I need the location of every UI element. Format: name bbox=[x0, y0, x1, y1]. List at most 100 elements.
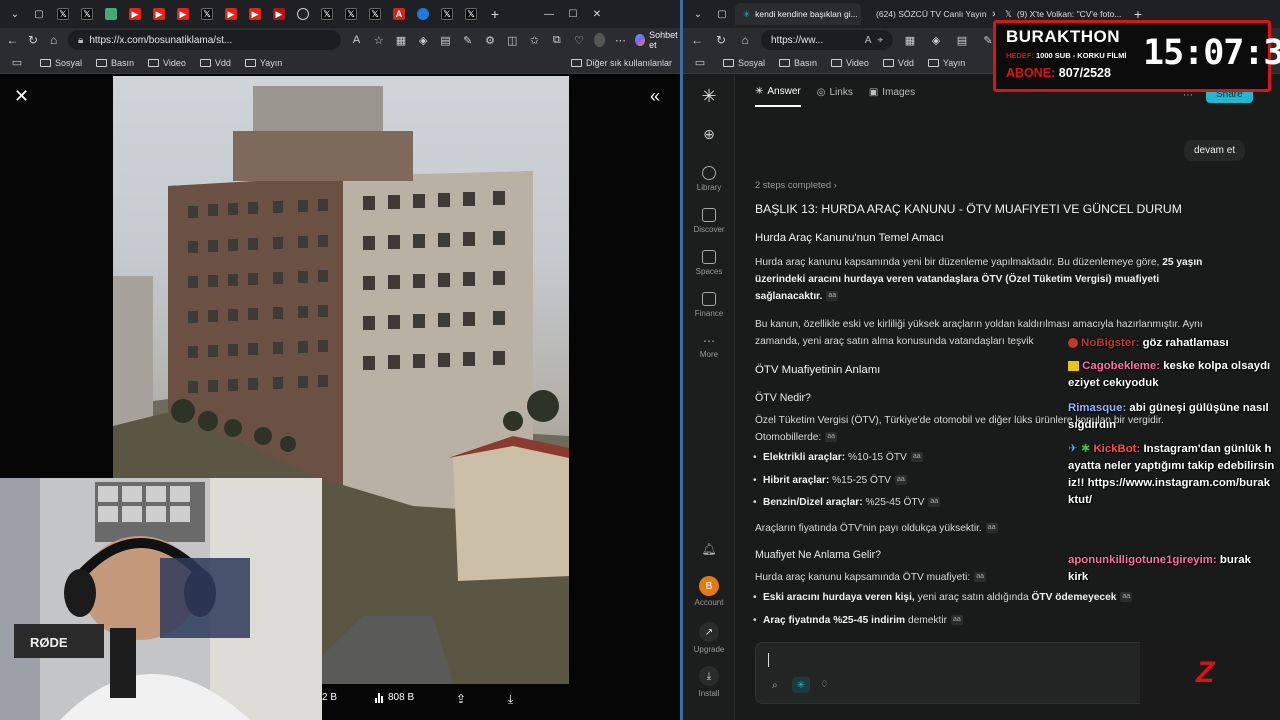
extension-icon[interactable]: ▦ bbox=[394, 31, 408, 49]
favorites-icon[interactable]: ✩ bbox=[527, 31, 541, 49]
extension-icon[interactable]: ✎ bbox=[461, 31, 475, 49]
sidebar-item-spaces[interactable]: Spaces bbox=[683, 250, 735, 276]
collapse-panel-icon[interactable]: « bbox=[650, 86, 660, 107]
sidebar-item-discover[interactable]: Discover bbox=[683, 208, 735, 234]
sidebar-item-finance[interactable]: Finance bbox=[683, 292, 735, 318]
favorite-star-icon[interactable]: ☆ bbox=[372, 31, 386, 49]
sidebar-item-account[interactable]: B Account bbox=[683, 576, 735, 607]
read-aloud-icon[interactable]: A bbox=[865, 35, 872, 46]
tab-x-4[interactable]: 𝕏 bbox=[316, 4, 338, 24]
tab-yt-2[interactable]: ▶ bbox=[148, 4, 170, 24]
tab-list-icon[interactable]: ⌄ bbox=[687, 4, 709, 24]
bookmark-folder[interactable]: Vdd bbox=[882, 58, 914, 68]
read-aloud-icon[interactable]: A bbox=[349, 31, 363, 49]
tab-x-8[interactable]: 𝕏 bbox=[460, 4, 482, 24]
views-stat[interactable]: 808 B bbox=[375, 692, 414, 703]
tab-x-5[interactable]: 𝕏 bbox=[340, 4, 362, 24]
tab-links[interactable]: ◎ Links bbox=[817, 86, 853, 107]
tab-edge[interactable] bbox=[412, 4, 434, 24]
source-chip[interactable]: aa bbox=[951, 615, 963, 626]
sidebar-item-upgrade[interactable]: ↗ Upgrade bbox=[683, 622, 735, 654]
copilot-button[interactable]: Sohbet et bbox=[635, 30, 680, 50]
source-chip[interactable]: aa bbox=[974, 572, 986, 583]
bookmark-folder[interactable]: Basın bbox=[779, 58, 817, 68]
bookmark-folder[interactable]: Video bbox=[148, 58, 186, 68]
back-icon[interactable]: ← bbox=[6, 32, 19, 48]
steps-completed[interactable]: 2 steps completed › bbox=[755, 176, 1255, 193]
extension-icon[interactable]: ◈ bbox=[416, 31, 430, 49]
tab-yt-1[interactable]: ▶ bbox=[124, 4, 146, 24]
perplexity-logo-icon[interactable]: ✳ bbox=[683, 86, 735, 107]
tab-perplexity[interactable]: ✳ kendi kendine başıklan gi... ✕ bbox=[735, 3, 861, 25]
bookmarks-toggle-icon[interactable]: ▭ bbox=[691, 54, 709, 72]
tab-list-icon[interactable]: ⌄ bbox=[4, 4, 26, 24]
notifications-icon[interactable]: 🔔︎ bbox=[683, 542, 735, 556]
close-tab-icon[interactable]: ✕ bbox=[992, 9, 995, 20]
collections-icon[interactable]: ⧉ bbox=[550, 31, 564, 49]
close-media-icon[interactable]: ✕ bbox=[14, 86, 29, 107]
new-tab-button[interactable]: + bbox=[484, 4, 506, 24]
reload-icon[interactable]: ↻ bbox=[713, 32, 729, 48]
tab-x-1[interactable]: 𝕏 bbox=[52, 4, 74, 24]
tab-x-2[interactable]: 𝕏 bbox=[76, 4, 98, 24]
sidebar-item-more[interactable]: ⋯ More bbox=[683, 334, 735, 359]
tab-images[interactable]: ▣ Images bbox=[869, 86, 915, 107]
source-chip[interactable]: aa bbox=[826, 291, 839, 302]
share-icon[interactable]: ⇪ bbox=[456, 692, 466, 706]
sidebar-item-library[interactable]: Library bbox=[683, 166, 735, 192]
new-thread-button[interactable]: ⊕ bbox=[683, 126, 735, 143]
research-mode-icon[interactable]: ✳ bbox=[792, 677, 810, 693]
bookmark-folder[interactable]: Sosyal bbox=[723, 58, 765, 68]
tab-web[interactable] bbox=[292, 4, 314, 24]
tab-yt-3[interactable]: ▶ bbox=[172, 4, 194, 24]
tab-a[interactable]: A bbox=[388, 4, 410, 24]
extension-icon[interactable]: ▤ bbox=[953, 31, 971, 49]
tab-yt-6[interactable]: ▶ bbox=[268, 4, 290, 24]
split-screen-icon[interactable]: ◫ bbox=[505, 31, 519, 49]
address-bar[interactable]: https://ww... A ⌖ bbox=[761, 30, 893, 50]
source-chip[interactable]: aa bbox=[1120, 592, 1133, 603]
bookmark-folder[interactable]: Video bbox=[831, 58, 869, 68]
tab-yt-5[interactable]: ▶ bbox=[244, 4, 266, 24]
source-chip[interactable]: aa bbox=[825, 432, 838, 443]
location-icon[interactable]: ⌖ bbox=[877, 35, 883, 46]
retweets-stat[interactable]: 2 B bbox=[322, 692, 337, 703]
bookmark-folder[interactable]: Yayın bbox=[927, 58, 965, 68]
bookmark-folder[interactable]: Vdd bbox=[199, 58, 231, 68]
extension-icon[interactable]: ⚙ bbox=[483, 31, 497, 49]
maximize-icon[interactable]: ☐ bbox=[562, 4, 584, 24]
sidebar-item-install[interactable]: ⤓ Install bbox=[683, 666, 735, 698]
extension-icon[interactable]: ▦ bbox=[901, 31, 919, 49]
extension-icon[interactable]: ◈ bbox=[927, 31, 945, 49]
profile-avatar[interactable] bbox=[594, 33, 606, 47]
bookmark-folder[interactable]: Basın bbox=[96, 58, 134, 68]
tab-x-7[interactable]: 𝕏 bbox=[436, 4, 458, 24]
address-bar[interactable]: 🔒︎ https://x.com/bosunatiklama/st... bbox=[68, 30, 342, 50]
tab-x-3[interactable]: 𝕏 bbox=[196, 4, 218, 24]
tab-sozcu[interactable]: (624) SÖZCÜ TV Canlı Yayın ✕ bbox=[863, 3, 995, 25]
menu-dots-icon[interactable]: ⋯ bbox=[613, 31, 627, 49]
home-icon[interactable]: ⌂ bbox=[47, 32, 60, 48]
source-chip[interactable]: aa bbox=[985, 523, 998, 534]
download-icon[interactable]: ⤓ bbox=[508, 692, 513, 707]
bookmark-folder[interactable]: Sosyal bbox=[40, 58, 82, 68]
reasoning-icon[interactable]: ♢ bbox=[820, 679, 829, 690]
workspaces-icon[interactable]: ▢ bbox=[28, 4, 50, 24]
tab-answer[interactable]: ✳ Answer bbox=[755, 86, 801, 107]
extension-icon[interactable]: ▤ bbox=[438, 31, 452, 49]
source-chip[interactable]: aa bbox=[894, 475, 907, 486]
bookmark-folder[interactable]: Yayın bbox=[244, 58, 282, 68]
tab-generic[interactable] bbox=[100, 4, 122, 24]
other-bookmarks-folder[interactable]: Diğer sık kullanılanlar bbox=[570, 58, 672, 68]
source-chip[interactable]: aa bbox=[928, 497, 941, 508]
close-window-icon[interactable]: ✕ bbox=[586, 4, 608, 24]
tab-yt-4[interactable]: ▶ bbox=[220, 4, 242, 24]
tab-x-6[interactable]: 𝕏 bbox=[364, 4, 386, 24]
back-icon[interactable]: ← bbox=[689, 32, 705, 48]
home-icon[interactable]: ⌂ bbox=[737, 32, 753, 48]
workspaces-icon[interactable]: ▢ bbox=[711, 4, 733, 24]
minimize-icon[interactable]: — bbox=[538, 4, 560, 24]
performance-icon[interactable]: ♡ bbox=[572, 31, 586, 49]
source-chip[interactable]: aa bbox=[910, 452, 923, 463]
reload-icon[interactable]: ↻ bbox=[27, 32, 40, 48]
